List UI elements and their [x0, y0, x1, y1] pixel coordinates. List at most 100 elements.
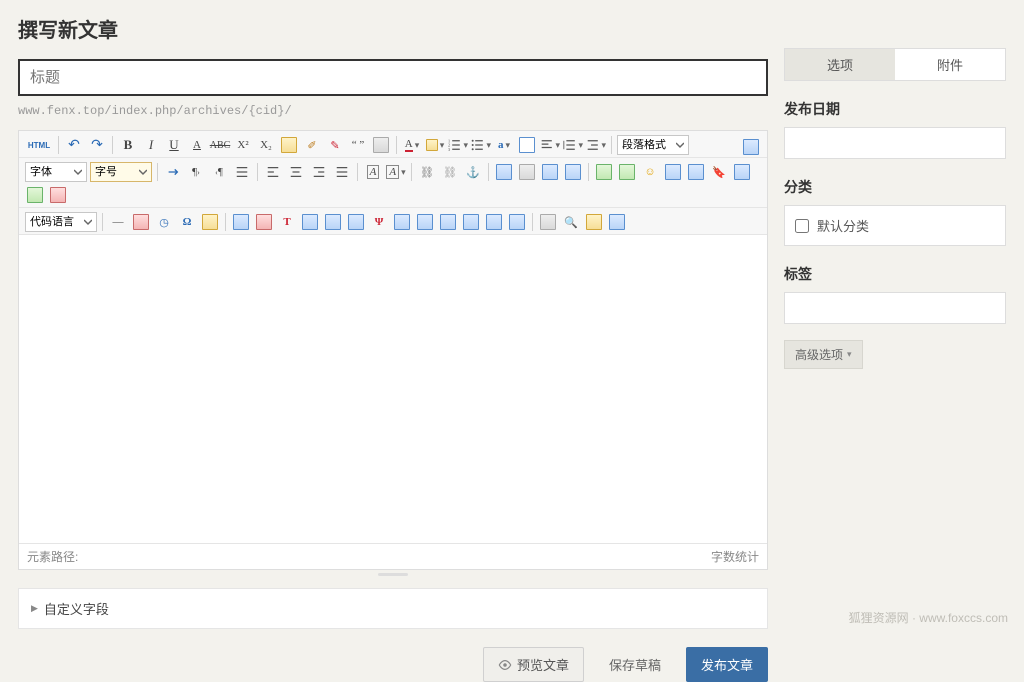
toolbar-row-1: HTML ↶ ↷ B I U A ABC X² X₂ ✐ ✎ “ ” A [19, 131, 767, 158]
col-del-button[interactable] [346, 212, 366, 232]
align-right-button[interactable] [309, 162, 329, 182]
indent-button[interactable] [586, 135, 606, 155]
tab-options[interactable]: 选项 [785, 49, 895, 80]
backcolor-button[interactable] [425, 135, 445, 155]
insert-image-button[interactable] [594, 162, 614, 182]
subscript-button[interactable]: X₂ [256, 135, 276, 155]
outdent-button[interactable] [232, 162, 252, 182]
custom-fields-panel[interactable]: 自定义字段 [18, 588, 768, 629]
tab-attachments[interactable]: 附件 [895, 49, 1005, 80]
insert-video-button[interactable] [663, 162, 683, 182]
insert-tag-button[interactable]: 🔖 [709, 162, 729, 182]
publish-date-input[interactable] [784, 127, 1006, 159]
rich-editor: HTML ↶ ↷ B I U A ABC X² X₂ ✐ ✎ “ ” A [18, 130, 768, 570]
bold-button[interactable]: B [118, 135, 138, 155]
italic-button[interactable]: I [141, 135, 161, 155]
print-button[interactable] [538, 212, 558, 232]
unordered-list-button[interactable] [471, 135, 491, 155]
image-left-button[interactable] [494, 162, 514, 182]
image-center-button[interactable] [563, 162, 583, 182]
gmap-button[interactable] [48, 185, 68, 205]
wordcount-label[interactable]: 字数统计 [711, 548, 759, 565]
help-button[interactable] [607, 212, 627, 232]
toolbar-row-3: 代码语言 — ◷ Ω T Ψ [19, 208, 767, 235]
image-right-button[interactable] [540, 162, 560, 182]
font-style-button[interactable]: A [187, 135, 207, 155]
text-letter-a-button[interactable]: A [363, 162, 383, 182]
omega-button[interactable]: Ω [177, 212, 197, 232]
cell-split-button[interactable] [484, 212, 504, 232]
row-before-button[interactable]: T [277, 212, 297, 232]
code-language-select[interactable]: 代码语言 [25, 212, 97, 232]
post-title-input[interactable] [18, 59, 768, 96]
row-after-button[interactable] [392, 212, 412, 232]
ordered-list-button[interactable]: 123 [448, 135, 468, 155]
paste-button[interactable] [371, 135, 391, 155]
lineheight-button[interactable] [563, 135, 583, 155]
blockquote-button[interactable]: “ ” [348, 135, 368, 155]
undo-button[interactable]: ↶ [64, 135, 84, 155]
font-family-select[interactable]: 字体 [25, 162, 87, 182]
align-button[interactable] [540, 135, 560, 155]
emoji-button[interactable]: ☺ [640, 162, 660, 182]
table-button[interactable] [231, 212, 251, 232]
category-default-row[interactable]: 默认分类 [784, 205, 1006, 246]
publish-date-label: 发布日期 [784, 99, 1006, 119]
calendar-button[interactable] [131, 212, 151, 232]
map-button[interactable] [25, 185, 45, 205]
maximize-button[interactable] [741, 137, 761, 157]
svg-text:3: 3 [448, 147, 450, 152]
para-ltr-button[interactable]: ¶› [186, 162, 206, 182]
text-letter-adrop-button[interactable]: A [386, 162, 406, 182]
cell-merge-button[interactable] [507, 212, 527, 232]
align-left-button[interactable] [263, 162, 283, 182]
anchor-button[interactable]: ⚓ [463, 162, 483, 182]
html-source-button[interactable]: HTML [25, 135, 53, 155]
merge-right-button[interactable] [438, 212, 458, 232]
image-none-button[interactable] [517, 162, 537, 182]
spell-button[interactable] [200, 212, 220, 232]
unlink-button[interactable]: ⛓ [440, 162, 460, 182]
advanced-options-button[interactable]: 高级选项 ▾ [784, 340, 863, 369]
find-button[interactable] [584, 212, 604, 232]
page-button[interactable] [517, 135, 537, 155]
clear-format-button[interactable] [279, 135, 299, 155]
font-size-select[interactable]: 字号 [90, 162, 152, 182]
col-before-button[interactable] [300, 212, 320, 232]
format-paint-button[interactable]: ✐ [302, 135, 322, 155]
col-after-button[interactable] [323, 212, 343, 232]
insert-music-button[interactable] [686, 162, 706, 182]
save-draft-button[interactable]: 保存草稿 [594, 647, 676, 682]
merge-down-button[interactable] [461, 212, 481, 232]
resize-handle[interactable] [18, 570, 768, 578]
watermark-text: 狐狸资源网 · www.foxccs.com [849, 609, 1008, 626]
insert-multiimage-button[interactable] [617, 162, 637, 182]
strikethrough-button[interactable]: ABC [210, 135, 230, 155]
tags-input[interactable] [784, 292, 1006, 324]
paragraph-format-select[interactable]: 段落格式 [617, 135, 689, 155]
row-del-button[interactable] [415, 212, 435, 232]
time-button[interactable]: ◷ [154, 212, 174, 232]
link-button[interactable]: ⛓ [417, 162, 437, 182]
publish-button[interactable]: 发布文章 [686, 647, 768, 682]
date-button[interactable] [732, 162, 752, 182]
tags-label: 标签 [784, 264, 1006, 284]
split-button[interactable]: Ψ [369, 212, 389, 232]
redo-button[interactable]: ↷ [87, 135, 107, 155]
ltr-button[interactable] [163, 162, 183, 182]
preview-button[interactable]: 预览文章 [483, 647, 584, 682]
category-default-checkbox[interactable] [795, 219, 809, 233]
format-brush-button[interactable]: ✎ [325, 135, 345, 155]
table-del-button[interactable] [254, 212, 274, 232]
underline-button[interactable]: U [164, 135, 184, 155]
editor-content-area[interactable] [19, 235, 767, 543]
align-center-button[interactable] [286, 162, 306, 182]
superscript-button[interactable]: X² [233, 135, 253, 155]
editor-footer: 元素路径: 字数统计 [19, 543, 767, 569]
para-rtl-button[interactable]: ‹¶ [209, 162, 229, 182]
case-button[interactable]: a [494, 135, 514, 155]
preview-button[interactable]: 🔍 [561, 212, 581, 232]
hr-button[interactable]: — [108, 212, 128, 232]
align-justify-button[interactable] [332, 162, 352, 182]
forecolor-button[interactable]: A [402, 135, 422, 155]
